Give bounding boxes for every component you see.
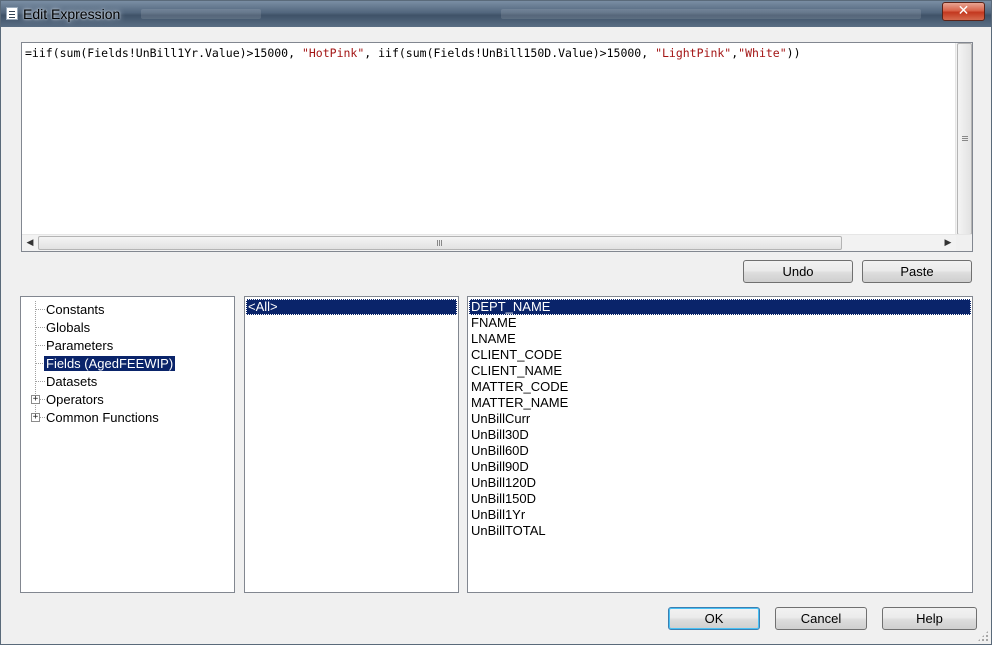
edit-expression-dialog: Edit Expression ✕ =iif(sum(Fields!UnBill… xyxy=(0,0,992,645)
list-item[interactable]: <All> xyxy=(246,299,457,315)
expand-plus-icon[interactable]: + xyxy=(31,413,40,422)
field-item[interactable]: CLIENT_CODE xyxy=(469,347,971,363)
scrollbar-corner xyxy=(956,235,972,251)
field-item[interactable]: UnBillTOTAL xyxy=(469,523,971,539)
expression-text[interactable]: =iif(sum(Fields!UnBill1Yr.Value)>15000, … xyxy=(25,46,801,60)
ok-button[interactable]: OK xyxy=(668,607,760,630)
tree-item-globals[interactable]: Globals xyxy=(44,319,92,336)
editor-horizontal-scrollbar[interactable]: ◀ ▶ xyxy=(22,234,972,251)
tree-item-parameters[interactable]: Parameters xyxy=(44,337,115,354)
scroll-grip-icon xyxy=(437,240,438,246)
tree-item-label: Constants xyxy=(46,302,105,317)
expression-string-literal: "White" xyxy=(738,46,787,60)
field-item[interactable]: LNAME xyxy=(469,331,971,347)
dialog-title: Edit Expression xyxy=(23,6,121,22)
undo-button[interactable]: Undo xyxy=(743,260,853,283)
tree-item-fields-agedfeewip[interactable]: Fields (AgedFEEWIP) xyxy=(42,355,177,372)
subcategory-list[interactable]: <All> xyxy=(244,296,459,593)
tree-item-constants[interactable]: Constants xyxy=(44,301,107,318)
tree-item-datasets[interactable]: Datasets xyxy=(44,373,99,390)
field-item[interactable]: CLIENT_NAME xyxy=(469,363,971,379)
tree-item-label: Operators xyxy=(46,392,104,407)
expression-token: =iif(sum(Fields!UnBill1Yr.Value)>15000, xyxy=(25,46,302,60)
resize-grip-icon[interactable] xyxy=(977,630,989,642)
field-list[interactable]: DEPT_NAME FNAME LNAME CLIENT_CODE CLIENT_NAM… xyxy=(467,296,973,593)
horizontal-scroll-thumb[interactable] xyxy=(38,236,842,250)
expand-plus-icon[interactable]: + xyxy=(31,395,40,404)
tree-item-label: Parameters xyxy=(46,338,114,353)
close-button[interactable]: ✕ xyxy=(942,2,985,21)
tree-item-operators[interactable]: Operators xyxy=(44,391,106,408)
field-item[interactable]: UnBill1Yr xyxy=(469,507,971,523)
cancel-button[interactable]: Cancel xyxy=(775,607,867,630)
expression-editor[interactable]: =iif(sum(Fields!UnBill1Yr.Value)>15000, … xyxy=(21,42,973,252)
field-item[interactable]: UnBill90D xyxy=(469,459,971,475)
scroll-left-icon[interactable]: ◀ xyxy=(22,235,38,251)
field-item[interactable]: UnBill60D xyxy=(469,443,971,459)
help-button[interactable]: Help xyxy=(882,607,977,630)
titlebar-glass-reflection-2 xyxy=(501,9,921,19)
field-item[interactable]: UnBill30D xyxy=(469,427,971,443)
expression-token: )) xyxy=(786,46,801,60)
expression-string-literal: "HotPink" xyxy=(301,46,365,60)
scroll-right-icon[interactable]: ▶ xyxy=(940,235,956,251)
field-item[interactable]: UnBill150D xyxy=(469,491,971,507)
paste-button[interactable]: Paste xyxy=(862,260,972,283)
dialog-icon xyxy=(6,7,18,20)
close-icon: ✕ xyxy=(957,3,970,19)
tree-item-label: Datasets xyxy=(46,374,98,389)
field-item[interactable]: UnBillCurr xyxy=(469,411,971,427)
field-item[interactable]: UnBill120D xyxy=(469,475,971,491)
expression-token: , iif(sum(Fields!UnBill150D.Value)>15000… xyxy=(364,46,656,60)
field-item[interactable]: MATTER_CODE xyxy=(469,379,971,395)
editor-vertical-scrollbar[interactable] xyxy=(955,43,972,235)
scroll-grip-icon xyxy=(962,136,968,137)
vertical-scroll-thumb[interactable] xyxy=(957,43,972,235)
field-item[interactable]: MATTER_NAME xyxy=(469,395,971,411)
title-bar[interactable]: Edit Expression ✕ xyxy=(1,1,991,27)
field-item[interactable]: FNAME xyxy=(469,315,971,331)
tree-item-label: Globals xyxy=(46,320,91,335)
tree-item-label: Fields (AgedFEEWIP) xyxy=(42,355,177,372)
expression-string-literal: "LightPink" xyxy=(655,46,732,60)
field-item[interactable]: DEPT_NAME xyxy=(469,299,971,315)
titlebar-glass-reflection xyxy=(141,9,261,19)
category-tree[interactable]: Constants Globals Parameters Fields (AgedFE… xyxy=(20,296,235,593)
tree-item-label: Common Functions xyxy=(46,410,159,425)
tree-item-common-functions[interactable]: Common Functions xyxy=(44,409,161,426)
